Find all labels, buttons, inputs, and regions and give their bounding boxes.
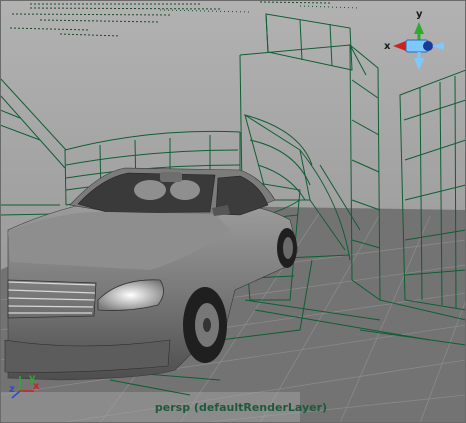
ground-highlight-strip <box>0 392 300 423</box>
car-front-wheel <box>183 287 227 363</box>
perspective-viewport[interactable]: y x y x z persp (defaultRenderLayer) <box>0 0 466 423</box>
car-rear-wheel <box>277 228 297 268</box>
view-cube-down-stem <box>417 52 421 60</box>
view-cube-axis-y-label: y <box>416 9 423 20</box>
scene-canvas[interactable]: y x y x z <box>0 0 466 423</box>
origin-axis-x-label: x <box>33 381 40 392</box>
view-cube-z-handle <box>423 41 433 51</box>
view-cube-axis-x-label: x <box>384 41 391 52</box>
origin-axis-z-label: z <box>9 384 15 395</box>
